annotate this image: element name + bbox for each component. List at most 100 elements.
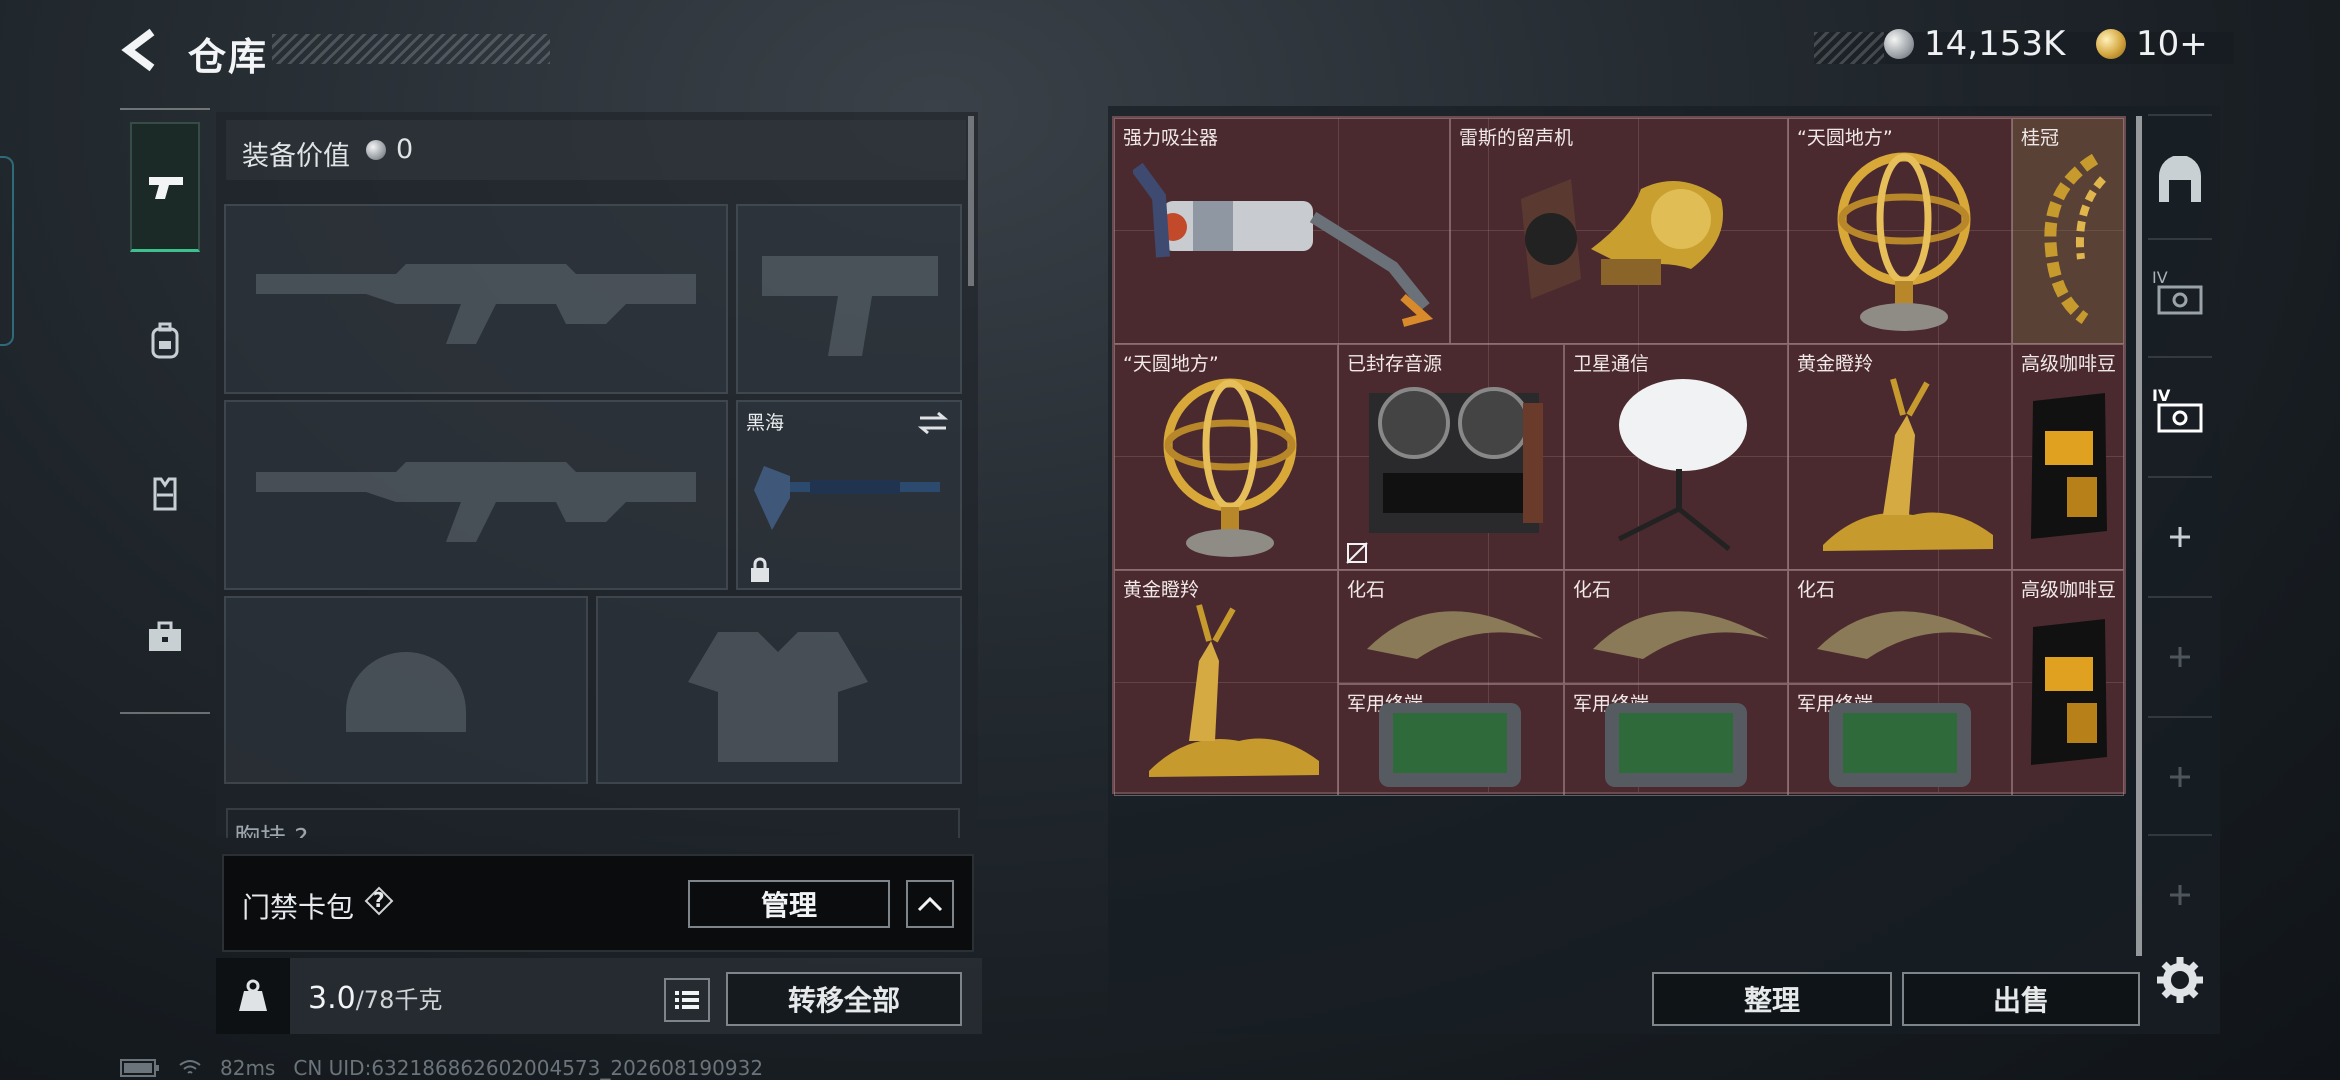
- pistol-icon: [149, 176, 183, 199]
- warehouse-icon: [2159, 156, 2201, 202]
- storage-item[interactable]: 化石: [1788, 570, 2012, 684]
- laurel-crown-icon: [2044, 153, 2106, 324]
- storage-item[interactable]: 黄金瞪羚: [1788, 344, 2012, 570]
- help-button[interactable]: ?: [364, 886, 394, 916]
- storage-item[interactable]: 卫星通信: [1564, 344, 1788, 570]
- equipment-scrollbar[interactable]: [968, 116, 974, 286]
- equipment-value: 0: [396, 134, 414, 165]
- tab-storage-home[interactable]: [2148, 126, 2212, 236]
- gramophone-icon: [1521, 179, 1723, 299]
- primary-weapon-slot[interactable]: [224, 204, 728, 394]
- money-display[interactable]: 14,153K: [1884, 24, 2065, 64]
- help-label: ?: [373, 888, 385, 912]
- sell-button[interactable]: 出售: [1902, 972, 2140, 1026]
- storage-scrollbar[interactable]: [2136, 116, 2142, 956]
- chest-rig-slot[interactable]: 胸挂 ?: [226, 808, 960, 838]
- tab-divider: [2148, 238, 2212, 240]
- melee-name: 黑海: [746, 412, 785, 434]
- settings-button[interactable]: [2154, 954, 2206, 1006]
- tab-weapons[interactable]: [130, 122, 200, 252]
- chest-rig-label: 胸挂 ?: [226, 808, 960, 838]
- add-storage-button-locked[interactable]: [2148, 722, 2212, 832]
- storage-item[interactable]: 高级咖啡豆: [2012, 570, 2124, 796]
- item-name: 雷斯的留声机: [1459, 127, 1574, 149]
- pistol-slot[interactable]: [736, 204, 962, 394]
- ticket-display[interactable]: 10+: [2096, 24, 2208, 64]
- armor-silhouette-icon: [688, 632, 868, 762]
- satellite-dish-icon: [1617, 379, 1747, 551]
- manage-button[interactable]: 管理: [688, 880, 890, 928]
- sort-button[interactable]: 整理: [1652, 972, 1892, 1026]
- tab-storage-level-iv-b[interactable]: IV: [2148, 360, 2212, 470]
- tab-vest[interactable]: [130, 428, 200, 558]
- storage-item[interactable]: 军用终端: [1788, 684, 2012, 796]
- tab-divider: [2148, 476, 2212, 478]
- armillary-sphere-icon: [1163, 378, 1297, 557]
- tab-storage-level-iv-a[interactable]: IV: [2148, 242, 2212, 352]
- storage-item[interactable]: 军用终端: [1338, 684, 1564, 796]
- add-storage-button-locked[interactable]: [2148, 602, 2212, 712]
- transfer-all-button[interactable]: 转移全部: [726, 972, 962, 1026]
- armor-slot[interactable]: [596, 596, 962, 784]
- storage-item[interactable]: “天圆地方”: [1114, 344, 1338, 570]
- storage-item[interactable]: 军用终端: [1564, 684, 1788, 796]
- storage-item[interactable]: 强力吸尘器: [1114, 118, 1450, 344]
- military-terminal-icon: [1829, 703, 1971, 787]
- weight-max: /78千克: [355, 986, 443, 1014]
- storage-item[interactable]: 黄金瞪羚: [1114, 570, 1338, 796]
- item-name: 黄金瞪羚: [1797, 353, 1874, 375]
- fossil-claw-icon: [1367, 611, 1543, 659]
- swap-icon[interactable]: [916, 410, 950, 436]
- storage-item[interactable]: 雷斯的留声机: [1450, 118, 1788, 344]
- ticket-amount: 10+: [2136, 24, 2208, 64]
- coffee-bag-icon: [2031, 393, 2107, 539]
- tab-divider: [2148, 356, 2212, 358]
- chevron-up-icon: [917, 896, 943, 912]
- equipment-value-label: 装备价值: [242, 141, 350, 172]
- page-title: 仓库: [188, 35, 269, 79]
- no-tag-icon: [1346, 542, 1368, 564]
- tab-divider: [2148, 716, 2212, 718]
- storage-item[interactable]: 已封存音源: [1338, 344, 1564, 570]
- lock-icon: [751, 557, 769, 582]
- list-view-button[interactable]: [664, 978, 710, 1022]
- item-name: 黄金瞪羚: [1123, 579, 1200, 601]
- item-name: “天圆地方”: [1797, 127, 1893, 149]
- storage-item[interactable]: 桂冠: [2012, 118, 2124, 344]
- left-edge-handle[interactable]: [0, 156, 14, 346]
- military-terminal-icon: [1605, 703, 1747, 787]
- storage-item[interactable]: 化石: [1338, 570, 1564, 684]
- back-button[interactable]: [118, 28, 162, 72]
- storage-item[interactable]: “天圆地方”: [1788, 118, 2012, 344]
- category-tabs: [120, 108, 210, 714]
- melee-slot[interactable]: 黑海: [736, 400, 962, 590]
- axe-icon: [754, 466, 940, 530]
- add-storage-button[interactable]: [2148, 482, 2212, 592]
- briefcase-icon: [149, 621, 181, 651]
- helmet-silhouette-icon: [346, 652, 466, 732]
- silver-coin-icon: [366, 140, 386, 160]
- silver-coin-icon: [1884, 29, 1914, 59]
- reel-tape-recorder-icon: [1369, 387, 1543, 533]
- plus-icon: [2170, 767, 2190, 787]
- vest-icon: [153, 477, 177, 511]
- tab-divider: [2148, 596, 2212, 598]
- vacuum-icon: [1133, 162, 1433, 327]
- add-storage-button-locked[interactable]: [2148, 840, 2212, 950]
- tab-case[interactable]: [130, 572, 200, 702]
- tab-backpack[interactable]: [130, 276, 200, 406]
- weight-button[interactable]: [216, 958, 290, 1034]
- storage-item[interactable]: 高级咖啡豆: [2012, 344, 2124, 570]
- gold-coin-icon: [2096, 29, 2126, 59]
- secondary-weapon-slot[interactable]: [224, 400, 728, 590]
- storage-item[interactable]: 化石: [1564, 570, 1788, 684]
- list-icon: [675, 991, 699, 1009]
- collapse-button[interactable]: [906, 880, 954, 928]
- weight-icon: [239, 979, 267, 1011]
- keycard-label: 门禁卡包: [242, 891, 355, 924]
- backpack-icon: [151, 322, 179, 359]
- item-name: “天圆地方”: [1123, 353, 1219, 375]
- status-bar: 82ms CN UID:6321868626020045​73_20260819…: [120, 1056, 763, 1080]
- fossil-claw-icon: [1817, 611, 1993, 659]
- helmet-slot[interactable]: [224, 596, 588, 784]
